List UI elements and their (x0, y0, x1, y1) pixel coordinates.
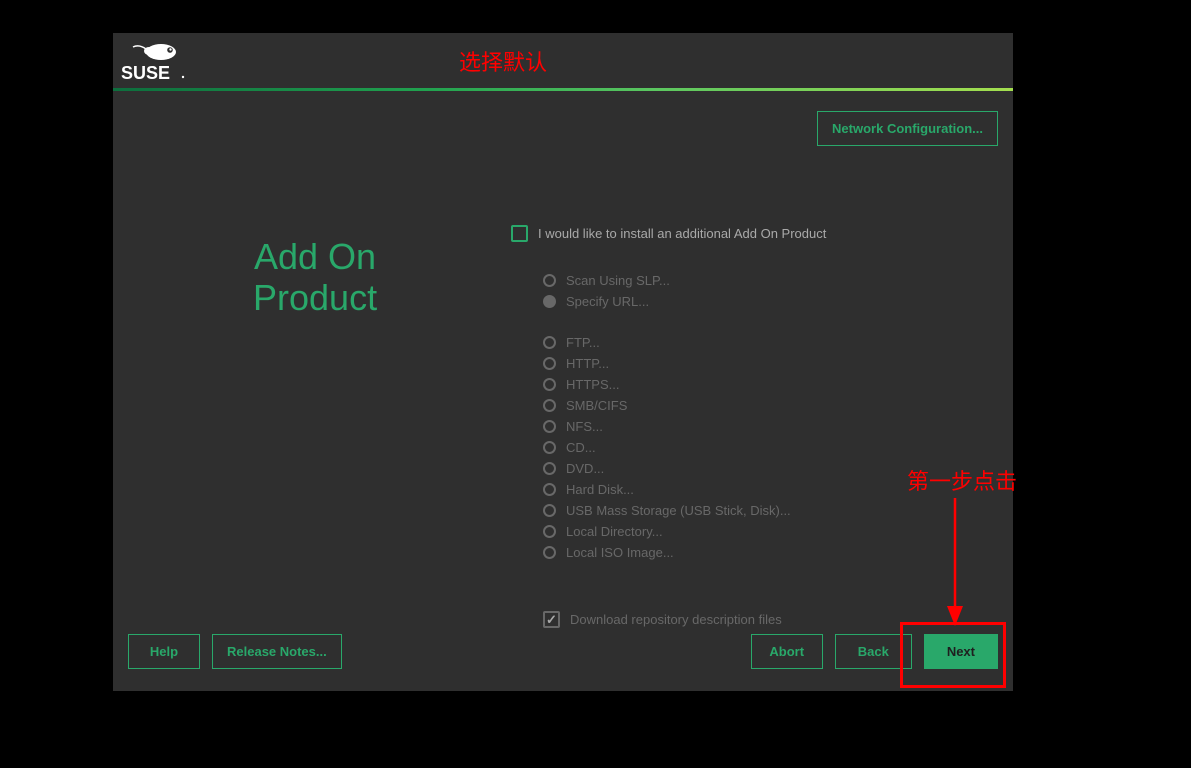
annotation-arrow-icon (945, 498, 965, 628)
radio-label: Hard Disk... (566, 482, 634, 497)
radio-icon[interactable] (543, 357, 556, 370)
radio-label: Local ISO Image... (566, 545, 674, 560)
radio-label: USB Mass Storage (USB Stick, Disk)... (566, 503, 791, 518)
annotation-highlight-box (900, 622, 1006, 688)
radio-icon[interactable] (543, 399, 556, 412)
suse-logo: SUSE (119, 39, 199, 84)
radio-option[interactable]: Scan Using SLP... (543, 270, 951, 291)
radio-icon[interactable] (543, 378, 556, 391)
footer: Help Release Notes... Abort Back Next (128, 634, 998, 669)
installer-window: SUSE Network Configuration... Add On Pro… (113, 33, 1013, 691)
radio-icon[interactable] (543, 295, 556, 308)
radio-label: DVD... (566, 461, 604, 476)
download-desc-row[interactable]: Download repository description files (543, 611, 951, 628)
radio-label: Specify URL... (566, 294, 649, 309)
radio-label: Local Directory... (566, 524, 663, 539)
radio-label: Scan Using SLP... (566, 273, 670, 288)
radio-option[interactable]: SMB/CIFS (543, 395, 951, 416)
page-title: Add On Product (253, 236, 377, 319)
radio-option[interactable]: Local Directory... (543, 521, 951, 542)
main-content: I would like to install an additional Ad… (511, 225, 951, 628)
radio-icon[interactable] (543, 441, 556, 454)
addon-checkbox-label: I would like to install an additional Ad… (538, 226, 826, 241)
abort-button[interactable]: Abort (751, 634, 823, 669)
radio-option[interactable]: Hard Disk... (543, 479, 951, 500)
radio-icon[interactable] (543, 274, 556, 287)
download-desc-checkbox[interactable] (543, 611, 560, 628)
radio-label: NFS... (566, 419, 603, 434)
svg-text:SUSE: SUSE (121, 63, 170, 83)
radio-label: CD... (566, 440, 596, 455)
radio-option[interactable]: Specify URL... (543, 291, 951, 312)
radio-label: FTP... (566, 335, 600, 350)
radio-option[interactable]: HTTPS... (543, 374, 951, 395)
radio-option[interactable]: NFS... (543, 416, 951, 437)
radio-icon[interactable] (543, 420, 556, 433)
radio-icon[interactable] (543, 483, 556, 496)
accent-gradient-bar (113, 88, 1013, 91)
radio-option[interactable]: HTTP... (543, 353, 951, 374)
source-radio-group-primary: Scan Using SLP... Specify URL... (543, 270, 951, 312)
radio-icon[interactable] (543, 336, 556, 349)
radio-icon[interactable] (543, 525, 556, 538)
radio-icon[interactable] (543, 462, 556, 475)
annotation-select-default: 选择默认 (459, 45, 547, 77)
radio-option[interactable]: DVD... (543, 458, 951, 479)
annotation-step-one-click: 第一步点击 (907, 464, 1017, 496)
top-right-actions: Network Configuration... (817, 111, 998, 146)
radio-option[interactable]: CD... (543, 437, 951, 458)
page-title-line2: Product (253, 277, 377, 318)
radio-label: HTTPS... (566, 377, 619, 392)
radio-option[interactable]: FTP... (543, 332, 951, 353)
header: SUSE (113, 33, 1013, 88)
source-radio-group-secondary: FTP... HTTP... HTTPS... SMB/CIFS NFS... CD...… (543, 332, 951, 563)
download-desc-label: Download repository description files (570, 612, 782, 627)
page-title-line1: Add On (254, 236, 376, 277)
addon-checkbox[interactable] (511, 225, 528, 242)
radio-option[interactable]: USB Mass Storage (USB Stick, Disk)... (543, 500, 951, 521)
radio-option[interactable]: Local ISO Image... (543, 542, 951, 563)
help-button[interactable]: Help (128, 634, 200, 669)
network-configuration-button[interactable]: Network Configuration... (817, 111, 998, 146)
addon-checkbox-row[interactable]: I would like to install an additional Ad… (511, 225, 951, 242)
radio-label: SMB/CIFS (566, 398, 627, 413)
radio-label: HTTP... (566, 356, 609, 371)
radio-icon[interactable] (543, 504, 556, 517)
release-notes-button[interactable]: Release Notes... (212, 634, 342, 669)
radio-icon[interactable] (543, 546, 556, 559)
